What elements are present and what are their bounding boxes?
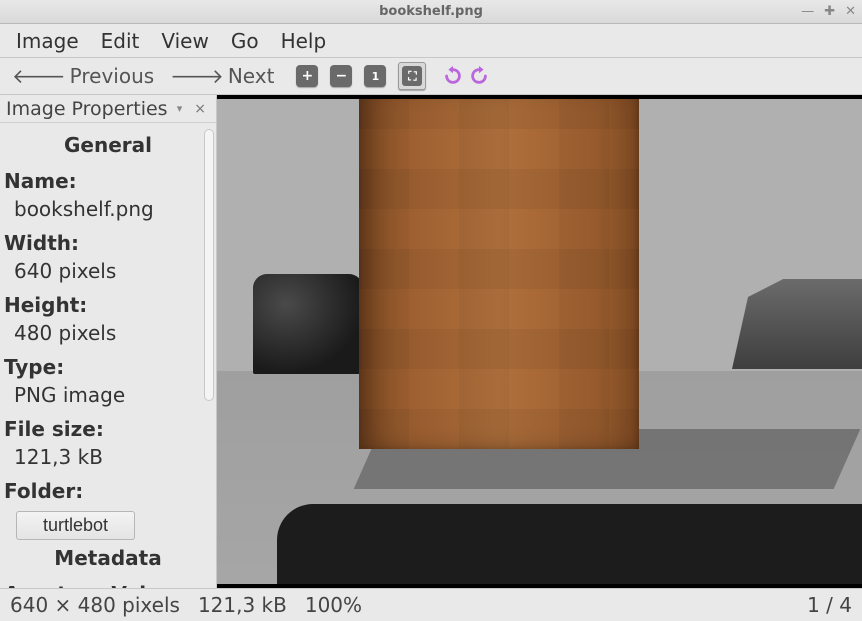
prop-width-value: 640 pixels bbox=[4, 257, 212, 285]
zoom-fit-button[interactable]: ⛶ bbox=[398, 62, 426, 90]
rotate-left-button[interactable] bbox=[442, 65, 464, 87]
status-zoom: 100% bbox=[305, 593, 362, 617]
menu-edit[interactable]: Edit bbox=[91, 25, 150, 57]
main-area: Image Properties ▾ × General Name: books… bbox=[0, 95, 862, 588]
scene-cylinder bbox=[253, 274, 363, 374]
image-canvas[interactable] bbox=[217, 95, 862, 588]
toolbar: 🡐 Previous 🡒 Next + − 1 ⛶ bbox=[0, 58, 862, 95]
sidebar-header: Image Properties ▾ × bbox=[0, 95, 216, 123]
scene-barrier bbox=[732, 279, 862, 369]
rotate-right-icon bbox=[468, 65, 490, 87]
next-button[interactable]: 🡒 Next bbox=[164, 62, 280, 90]
sidebar-title: Image Properties bbox=[6, 98, 173, 120]
window-title: bookshelf.png bbox=[0, 4, 862, 19]
maximize-button[interactable]: ✚ bbox=[824, 4, 835, 19]
arrow-left-icon: 🡐 bbox=[12, 64, 66, 88]
sidebar-body: General Name: bookshelf.png Width: 640 p… bbox=[0, 123, 216, 588]
menu-image[interactable]: Image bbox=[6, 25, 89, 57]
sidebar: Image Properties ▾ × General Name: books… bbox=[0, 95, 217, 588]
sidebar-scroll-thumb[interactable] bbox=[204, 129, 214, 401]
rotate-left-icon bbox=[442, 65, 464, 87]
sidebar-dropdown-button[interactable]: ▾ bbox=[173, 102, 187, 115]
rotate-right-button[interactable] bbox=[468, 65, 490, 87]
scene-platform bbox=[277, 504, 862, 584]
zoom-fit-icon: ⛶ bbox=[402, 66, 422, 86]
section-metadata: Metadata bbox=[4, 540, 212, 574]
menu-help[interactable]: Help bbox=[271, 25, 337, 57]
previous-label: Previous bbox=[70, 64, 155, 88]
sidebar-scrollbar[interactable] bbox=[204, 129, 214, 582]
minimize-button[interactable]: — bbox=[801, 4, 814, 19]
status-dimensions: 640 × 480 pixels bbox=[10, 593, 180, 617]
zoom-in-button[interactable]: + bbox=[296, 65, 318, 87]
arrow-right-icon: 🡒 bbox=[170, 64, 224, 88]
prop-type-value: PNG image bbox=[4, 381, 212, 409]
prop-filesize-value: 121,3 kB bbox=[4, 443, 212, 471]
scene-bookshelf bbox=[359, 99, 639, 449]
prop-folder-label: Folder: bbox=[4, 471, 212, 505]
menubar: Image Edit View Go Help bbox=[0, 24, 862, 58]
prop-name-value: bookshelf.png bbox=[4, 195, 212, 223]
prop-width-label: Width: bbox=[4, 223, 212, 257]
sidebar-close-button[interactable]: × bbox=[186, 101, 210, 117]
prop-name-label: Name: bbox=[4, 161, 212, 195]
zoom-normal-button[interactable]: 1 bbox=[364, 65, 386, 87]
previous-button[interactable]: 🡐 Previous bbox=[6, 62, 160, 90]
prop-type-label: Type: bbox=[4, 347, 212, 381]
image-viewport[interactable] bbox=[217, 99, 862, 584]
status-filesize: 121,3 kB bbox=[198, 593, 287, 617]
close-button[interactable]: ✕ bbox=[845, 4, 856, 19]
zoom-out-button[interactable]: − bbox=[330, 65, 352, 87]
prop-height-label: Height: bbox=[4, 285, 212, 319]
status-position: 1 / 4 bbox=[807, 593, 852, 617]
menu-view[interactable]: View bbox=[151, 25, 218, 57]
next-label: Next bbox=[228, 64, 275, 88]
titlebar: bookshelf.png — ✚ ✕ bbox=[0, 0, 862, 24]
sidebar-content: General Name: bookshelf.png Width: 640 p… bbox=[4, 127, 212, 588]
statusbar: 640 × 480 pixels 121,3 kB 100% 1 / 4 bbox=[0, 588, 862, 621]
prop-aperture-label: Aperture Value: bbox=[4, 574, 212, 588]
prop-filesize-label: File size: bbox=[4, 409, 212, 443]
window-controls: — ✚ ✕ bbox=[801, 4, 856, 19]
section-general: General bbox=[4, 127, 212, 161]
prop-height-value: 480 pixels bbox=[4, 319, 212, 347]
menu-go[interactable]: Go bbox=[221, 25, 269, 57]
folder-button[interactable]: turtlebot bbox=[16, 511, 135, 540]
